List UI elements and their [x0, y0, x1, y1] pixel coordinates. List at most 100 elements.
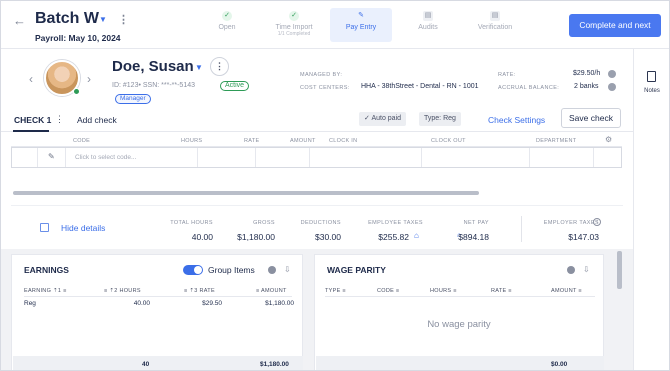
header-text: RATE	[491, 288, 507, 294]
filter-icon[interactable]: ≡	[256, 288, 260, 294]
step-open[interactable]: ✓ Open	[196, 8, 258, 42]
column-header-department: DEPARTMENT	[536, 138, 577, 144]
top-bar: ← Batch W ▼ ⋮ Payroll: May 10, 2024 ✓ Op…	[1, 1, 669, 49]
batch-more-icon[interactable]: ⋮	[118, 13, 129, 26]
filter-icon[interactable]: ≡	[578, 288, 582, 294]
tab-check-1[interactable]: CHECK 1	[14, 115, 51, 125]
deductions-label: DEDUCTIONS	[300, 220, 341, 226]
step-sublabel: 1/1 Completed	[277, 31, 311, 37]
column-header-hours: HOURS ≡	[430, 288, 457, 294]
department-cell[interactable]	[530, 148, 594, 167]
add-check-button[interactable]: Add check	[77, 115, 117, 125]
filter-icon[interactable]: ≡	[104, 288, 108, 294]
employee-more-button[interactable]: ⋮	[210, 57, 229, 76]
cost-centers-value: HHA - 38thStreet - Dental - RN - 1001	[361, 83, 479, 90]
previous-employee-icon[interactable]: ‹	[29, 72, 33, 86]
notes-icon[interactable]	[647, 71, 656, 82]
filter-icon[interactable]: ≡	[184, 288, 188, 294]
bank-icon: ⌂	[414, 231, 419, 240]
row-edit-cell[interactable]: ✎	[38, 148, 66, 167]
check-type-pill[interactable]: Type: Reg	[419, 112, 461, 126]
settings-icon[interactable]	[268, 266, 276, 274]
column-header-rate: RATE ≡	[491, 288, 512, 294]
save-check-button[interactable]: Save check	[561, 108, 621, 128]
column-header-rate: ≡ ⇡3 RATE	[184, 288, 215, 294]
collapse-icon[interactable]	[40, 223, 49, 232]
employee-dropdown-icon[interactable]: ▼	[195, 63, 203, 72]
download-icon[interactable]: ⇩	[284, 265, 291, 274]
filter-icon[interactable]: ≡	[508, 288, 512, 294]
wage-parity-title: WAGE PARITY	[327, 265, 386, 275]
earning-cell: Reg	[24, 300, 36, 307]
footer-amount: $1,180.00	[260, 361, 289, 368]
right-rail: Notes	[633, 49, 669, 370]
empty-state-text: No wage parity	[427, 319, 491, 330]
back-arrow-icon[interactable]: ←	[13, 13, 26, 28]
step-label: Open	[218, 24, 236, 31]
hide-details-link[interactable]: Hide details	[61, 223, 105, 233]
step-pay-entry[interactable]: ✎ Pay Entry	[330, 8, 392, 42]
footer-hours: 40	[142, 361, 150, 368]
row-select-cell[interactable]	[12, 148, 38, 167]
horizontal-scrollbar[interactable]	[13, 191, 479, 195]
clock-in-cell[interactable]	[310, 148, 422, 167]
header-text: EARNING	[24, 288, 52, 294]
check-settings-link[interactable]: Check Settings	[488, 115, 545, 125]
accrual-settings-icon[interactable]	[608, 83, 616, 91]
complete-and-next-button[interactable]: Complete and next	[569, 14, 661, 37]
sort-icon[interactable]: ⇡1	[53, 288, 61, 294]
net-pay-value: $894.18	[458, 232, 489, 242]
step-audits[interactable]: ▤ Audits	[397, 8, 459, 42]
managed-by-label: MANAGED BY:	[300, 72, 343, 78]
step-time-import[interactable]: ✓ Time Import 1/1 Completed	[263, 8, 325, 42]
sort-icon[interactable]: ⇡3	[189, 288, 197, 294]
employer-taxes-value: $147.03	[568, 232, 599, 242]
batch-title: Batch W	[35, 10, 99, 27]
grid-settings-icon[interactable]: ⚙	[605, 135, 612, 144]
app-frame: ← Batch W ▼ ⋮ Payroll: May 10, 2024 ✓ Op…	[0, 0, 670, 371]
clock-out-cell[interactable]	[422, 148, 530, 167]
filter-icon[interactable]: ≡	[453, 288, 457, 294]
accrual-balance-value: 2 banks	[574, 83, 599, 90]
hours-cell[interactable]	[198, 148, 256, 167]
column-header-code: CODE	[73, 138, 91, 144]
active-tab-indicator	[13, 130, 49, 132]
rate-settings-icon[interactable]	[608, 70, 616, 78]
column-header-rate: RATE	[244, 138, 260, 144]
workflow-steps: ✓ Open ✓ Time Import 1/1 Completed ✎ Pay…	[196, 8, 531, 42]
role-badge: Manager	[115, 94, 151, 104]
download-icon[interactable]: ⇩	[583, 265, 590, 274]
entry-grid-row[interactable]: ✎ Click to select code...	[11, 147, 622, 168]
info-icon[interactable]: i	[593, 218, 601, 226]
filter-icon[interactable]: ≡	[63, 288, 67, 294]
net-pay-label: NET PAY	[463, 220, 489, 226]
code-select-placeholder[interactable]: Click to select code...	[75, 154, 136, 161]
earnings-title: EARNINGS	[24, 265, 69, 275]
sort-icon[interactable]: ⇡2	[109, 288, 117, 294]
batch-dropdown-icon[interactable]: ▼	[99, 15, 107, 24]
gross-value: $1,180.00	[237, 232, 275, 242]
header-text: HOURS	[119, 288, 141, 294]
notes-label[interactable]: Notes	[634, 88, 669, 94]
check-tabs-bar: CHECK 1 ⋮ Add check ✓ Auto paid Type: Re…	[1, 108, 633, 132]
check-icon: ✓	[222, 11, 232, 21]
step-verification[interactable]: ▤ Verification	[464, 8, 526, 42]
online-status-dot	[73, 88, 80, 95]
payroll-date: Payroll: May 10, 2024	[35, 33, 121, 43]
employer-taxes-label: EMPLOYER TAXES	[543, 220, 599, 226]
total-hours-label: TOTAL HOURS	[170, 220, 213, 226]
settings-icon[interactable]	[567, 266, 575, 274]
group-items-toggle[interactable]	[183, 265, 203, 275]
auto-paid-pill[interactable]: ✓ Auto paid	[359, 112, 407, 126]
next-employee-icon[interactable]: ›	[87, 72, 91, 86]
check-more-icon[interactable]: ⋮	[55, 114, 64, 125]
earnings-card: EARNINGS Group Items ⇩ EARNING ⇡1 ≡ ≡ ⇡2…	[11, 254, 303, 370]
filter-icon[interactable]: ≡	[396, 288, 400, 294]
filter-icon[interactable]: ≡	[342, 288, 346, 294]
vertical-scrollbar[interactable]	[617, 251, 622, 289]
pencil-icon[interactable]: ✎	[48, 152, 55, 161]
header-text: CODE	[377, 288, 395, 294]
entry-grid-header: CODE HOURS RATE AMOUNT CLOCK IN CLOCK OU…	[11, 135, 622, 147]
auto-paid-label: Auto paid	[371, 115, 402, 122]
rate-cell[interactable]	[256, 148, 310, 167]
